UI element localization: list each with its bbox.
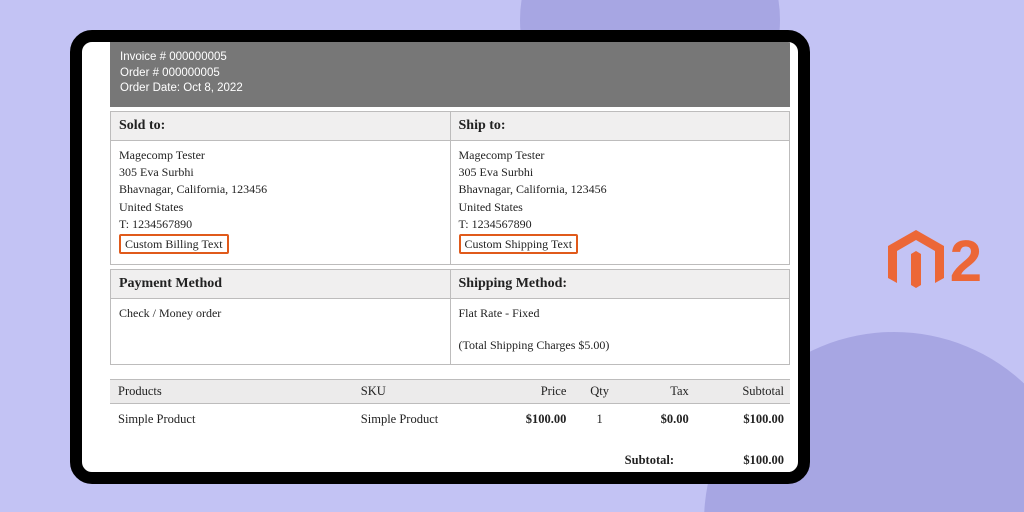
col-sku: SKU bbox=[355, 380, 491, 404]
col-subtotal: Subtotal bbox=[695, 380, 790, 404]
col-qty: Qty bbox=[572, 380, 626, 404]
invoice-meta-bar: Invoice # 000000005 Order # 000000005 Or… bbox=[110, 42, 790, 107]
table-row: Simple Product Simple Product $100.00 1 … bbox=[110, 404, 790, 434]
subtotal-value: $100.00 bbox=[714, 453, 784, 468]
ship-to-street: 305 Eva Surbhi bbox=[459, 164, 782, 181]
col-price: Price bbox=[491, 380, 573, 404]
totals-subtotal-row: Subtotal: $100.00 bbox=[110, 451, 790, 470]
shipping-rate: Flat Rate - Fixed bbox=[459, 305, 782, 322]
sold-to-country: United States bbox=[119, 199, 442, 216]
magento-icon bbox=[888, 230, 944, 294]
sold-to-city: Bhavnagar, California, 123456 bbox=[119, 181, 442, 198]
col-tax: Tax bbox=[627, 380, 695, 404]
sold-to-header: Sold to: bbox=[111, 111, 451, 140]
shipping-method-header: Shipping Method: bbox=[450, 270, 790, 299]
cell-product: Simple Product bbox=[110, 404, 355, 434]
totals-shipping-row: Shipping & Handling: $5.00 bbox=[110, 470, 790, 484]
magento2-logo: 2 bbox=[888, 230, 982, 294]
ship-to-cell: Magecomp Tester 305 Eva Surbhi Bhavnagar… bbox=[450, 140, 790, 265]
tablet-frame: Invoice # 000000005 Order # 000000005 Or… bbox=[70, 30, 810, 484]
cell-qty: 1 bbox=[572, 404, 626, 434]
ship-to-country: United States bbox=[459, 199, 782, 216]
sold-to-street: 305 Eva Surbhi bbox=[119, 164, 442, 181]
invoice-document: Invoice # 000000005 Order # 000000005 Or… bbox=[110, 42, 790, 472]
order-date: Order Date: Oct 8, 2022 bbox=[120, 81, 780, 97]
sold-to-phone: T: 1234567890 bbox=[119, 216, 442, 233]
address-section: Sold to: Ship to: Magecomp Tester 305 Ev… bbox=[110, 111, 790, 266]
payment-method-value: Check / Money order bbox=[119, 305, 442, 322]
shipping-method-cell: Flat Rate - Fixed (Total Shipping Charge… bbox=[450, 299, 790, 365]
ship-to-header: Ship to: bbox=[450, 111, 790, 140]
col-products: Products bbox=[110, 380, 355, 404]
sold-to-name: Magecomp Tester bbox=[119, 147, 442, 164]
shipping-total-value: $5.00 bbox=[714, 472, 784, 484]
payment-method-cell: Check / Money order bbox=[111, 299, 451, 365]
ship-to-city: Bhavnagar, California, 123456 bbox=[459, 181, 782, 198]
cell-price: $100.00 bbox=[491, 404, 573, 434]
items-table: Products SKU Price Qty Tax Subtotal Simp… bbox=[110, 379, 790, 433]
totals-block: Subtotal: $100.00 Shipping & Handling: $… bbox=[110, 451, 790, 484]
order-number: Order # 000000005 bbox=[120, 66, 780, 82]
custom-billing-callout: Custom Billing Text bbox=[119, 234, 229, 255]
logo-two-text: 2 bbox=[950, 233, 982, 291]
cell-tax: $0.00 bbox=[627, 404, 695, 434]
method-section: Payment Method Shipping Method: Check / … bbox=[110, 269, 790, 365]
cell-subtotal: $100.00 bbox=[695, 404, 790, 434]
items-header-row: Products SKU Price Qty Tax Subtotal bbox=[110, 380, 790, 404]
sold-to-cell: Magecomp Tester 305 Eva Surbhi Bhavnagar… bbox=[111, 140, 451, 265]
ship-to-name: Magecomp Tester bbox=[459, 147, 782, 164]
custom-shipping-callout: Custom Shipping Text bbox=[459, 234, 579, 255]
shipping-total-label: Shipping & Handling: bbox=[474, 472, 674, 484]
invoice-number: Invoice # 000000005 bbox=[120, 50, 780, 66]
ship-to-phone: T: 1234567890 bbox=[459, 216, 782, 233]
payment-method-header: Payment Method bbox=[111, 270, 451, 299]
subtotal-label: Subtotal: bbox=[474, 453, 674, 468]
cell-sku: Simple Product bbox=[355, 404, 491, 434]
shipping-charges: (Total Shipping Charges $5.00) bbox=[459, 337, 782, 354]
